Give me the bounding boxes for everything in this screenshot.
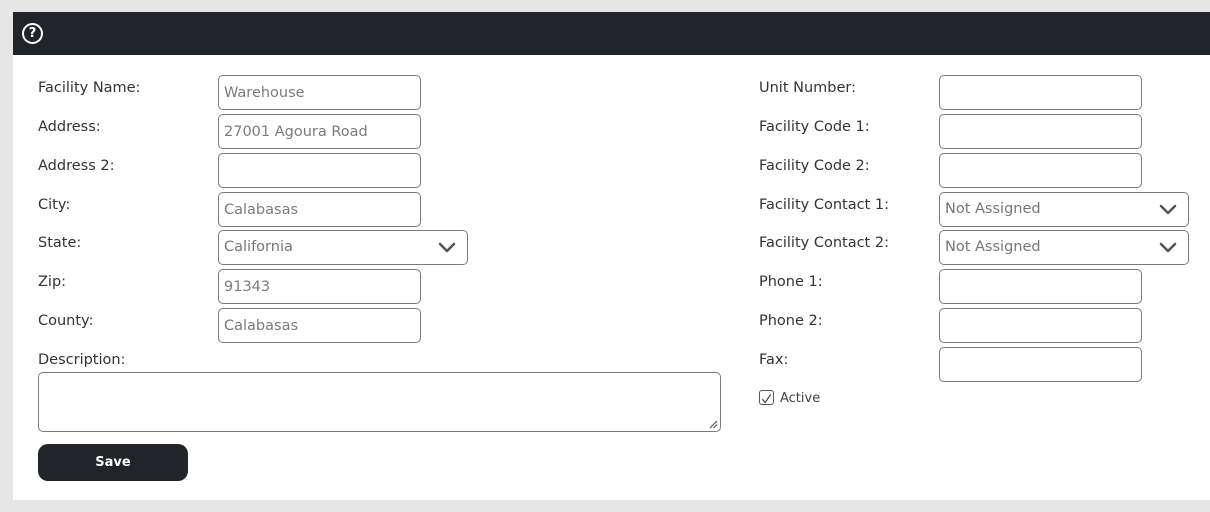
- fax-label: Fax:: [759, 352, 789, 368]
- facility-code2-input[interactable]: [939, 153, 1142, 188]
- checkmark-icon: [761, 394, 772, 404]
- facility-contact1-selected-value: Not Assigned: [945, 201, 1041, 217]
- description-label: Description:: [38, 352, 126, 368]
- facility-contact2-selected-value: Not Assigned: [945, 239, 1041, 255]
- address-label: Address:: [38, 119, 101, 135]
- chevron-down-icon: [1159, 242, 1177, 253]
- phone2-input[interactable]: [939, 308, 1142, 343]
- unit-number-label: Unit Number:: [759, 80, 857, 96]
- unit-number-input[interactable]: [939, 75, 1142, 110]
- resize-grip-icon[interactable]: [708, 419, 718, 429]
- state-select[interactable]: California: [218, 230, 468, 265]
- state-label: State:: [38, 235, 82, 251]
- address2-input[interactable]: [218, 153, 421, 188]
- phone1-label: Phone 1:: [759, 274, 823, 290]
- save-button[interactable]: Save: [38, 444, 188, 481]
- facility-code1-label: Facility Code 1:: [759, 119, 870, 135]
- phone2-label: Phone 2:: [759, 313, 823, 329]
- chevron-down-icon: [1159, 204, 1177, 215]
- phone1-input[interactable]: [939, 269, 1142, 304]
- top-bar: ?: [13, 12, 1210, 55]
- city-input[interactable]: [218, 192, 421, 227]
- facility-contact1-select[interactable]: Not Assigned: [939, 192, 1189, 227]
- facility-code1-input[interactable]: [939, 114, 1142, 149]
- fax-input[interactable]: [939, 347, 1142, 382]
- facility-contact1-label: Facility Contact 1:: [759, 197, 889, 213]
- zip-label: Zip:: [38, 274, 67, 290]
- question-circle-icon[interactable]: ?: [22, 23, 43, 44]
- facility-contact2-select[interactable]: Not Assigned: [939, 230, 1189, 265]
- address2-label: Address 2:: [38, 158, 115, 174]
- zip-input[interactable]: [218, 269, 421, 304]
- description-textarea[interactable]: [38, 372, 721, 432]
- county-label: County:: [38, 313, 94, 329]
- facility-name-label: Facility Name:: [38, 80, 141, 96]
- facility-contact2-label: Facility Contact 2:: [759, 235, 889, 251]
- facility-name-input[interactable]: [218, 75, 421, 110]
- chevron-down-icon: [438, 242, 456, 253]
- active-checkbox[interactable]: [759, 390, 774, 405]
- city-label: City:: [38, 197, 71, 213]
- facility-code2-label: Facility Code 2:: [759, 158, 870, 174]
- active-label: Active: [780, 391, 821, 406]
- address-input[interactable]: [218, 114, 421, 149]
- facility-form-panel: ? Facility Name: Address: Address 2: Cit…: [13, 12, 1210, 500]
- county-input[interactable]: [218, 308, 421, 343]
- state-selected-value: California: [224, 239, 293, 255]
